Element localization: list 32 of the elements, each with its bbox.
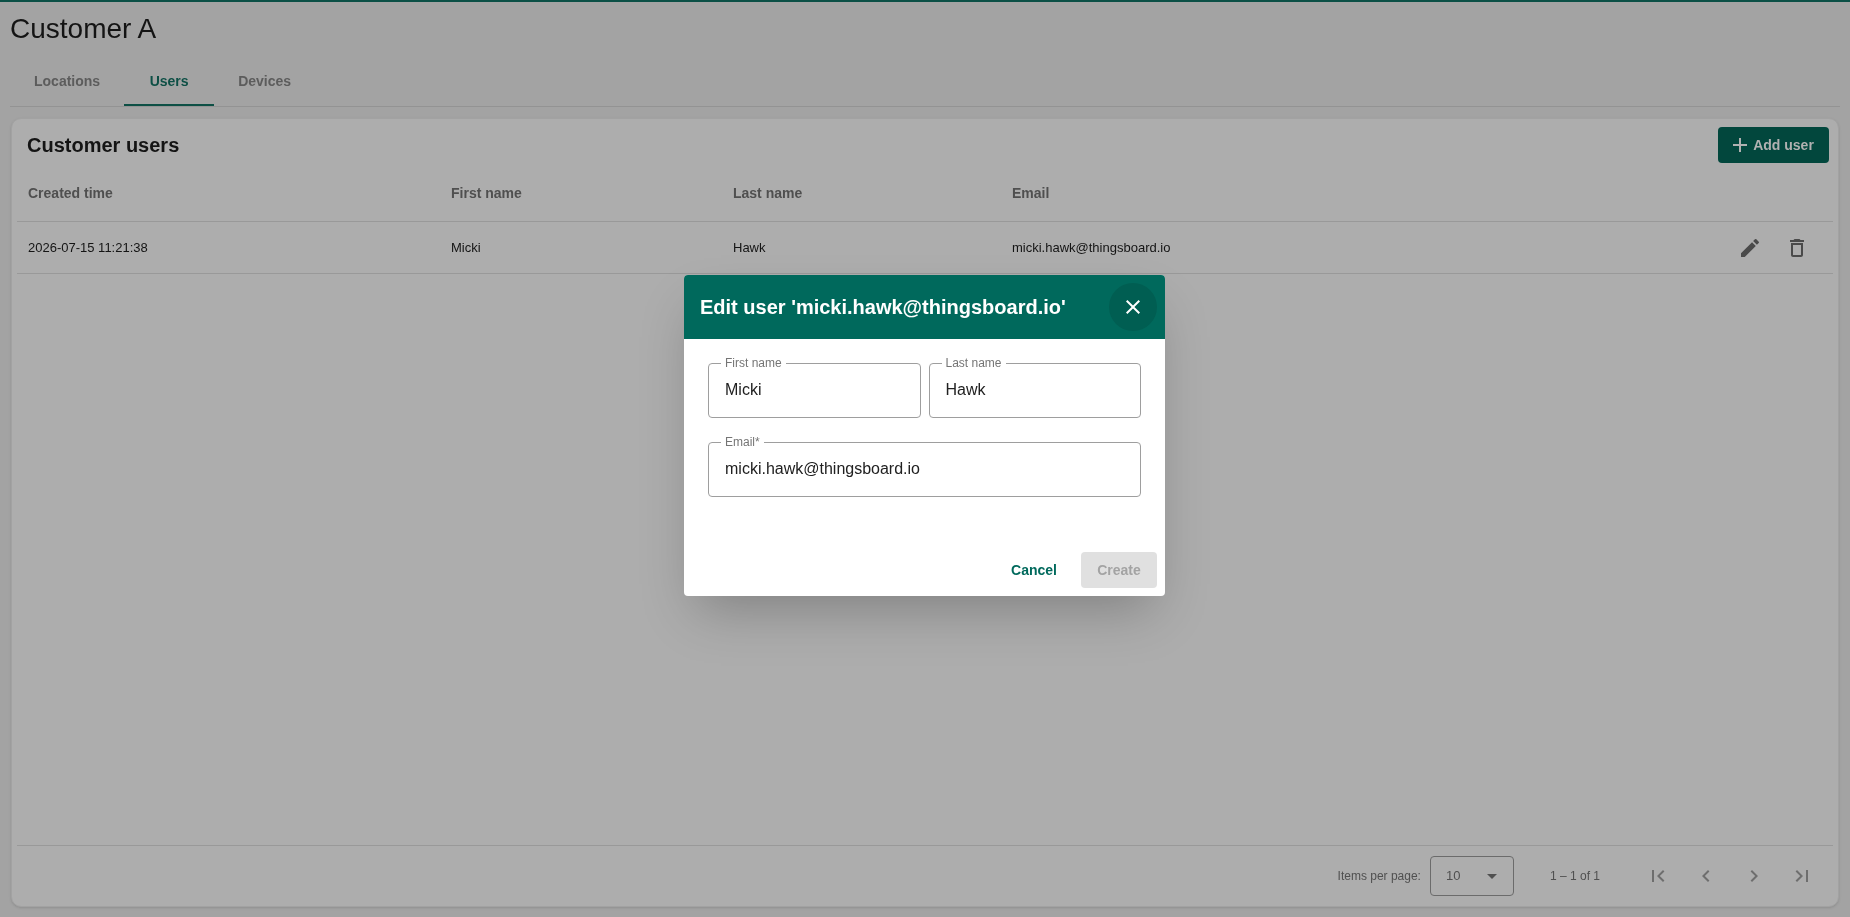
page-size-select[interactable]: 10 <box>1429 856 1514 896</box>
close-button[interactable] <box>1109 283 1157 331</box>
tab[interactable]: Users <box>124 58 215 106</box>
field-label: First name <box>724 356 783 370</box>
column-header: Created time <box>28 184 113 203</box>
table-cell-text: micki.hawk@thingsboard.io <box>1012 238 1171 257</box>
plus-icon <box>1733 138 1748 152</box>
card-title: Customer users <box>27 133 180 158</box>
field-value: Micki <box>725 380 762 400</box>
tab[interactable]: Devices <box>214 58 316 106</box>
dialog-title: Edit user 'micki.hawk@thingsboard.io' <box>700 295 1066 320</box>
last-name-field[interactable]: Last name Hawk <box>928 356 1141 418</box>
create-button: Create <box>1081 552 1157 588</box>
field-value: micki.hawk@thingsboard.io <box>725 459 920 479</box>
first-name-field[interactable]: First name Micki <box>708 356 921 418</box>
field-value: Hawk <box>945 380 986 400</box>
add-user-button[interactable]: Add user <box>1718 127 1829 163</box>
table-cell-text: Micki <box>451 238 481 257</box>
items-per-page-label: Items per page: <box>1337 868 1421 884</box>
caret-icon <box>1486 873 1497 879</box>
column-header: First name <box>451 184 522 203</box>
table-cell-text: 2026-07-15 11:21:38 <box>28 238 148 257</box>
field-label: Email* <box>724 435 761 449</box>
tab[interactable]: Locations <box>10 58 125 106</box>
table-cell-text: Hawk <box>733 238 766 257</box>
field-label: Last name <box>944 356 1003 370</box>
cancel-button[interactable]: Cancel <box>995 552 1073 588</box>
page-title: Customer A <box>10 12 157 46</box>
column-header: Email <box>1012 184 1050 203</box>
column-header: Last name <box>733 184 803 203</box>
email-field[interactable]: Email* micki.hawk@thingsboard.io <box>708 435 1141 497</box>
page-range-label: 1 – 1 of 1 <box>1549 868 1600 884</box>
